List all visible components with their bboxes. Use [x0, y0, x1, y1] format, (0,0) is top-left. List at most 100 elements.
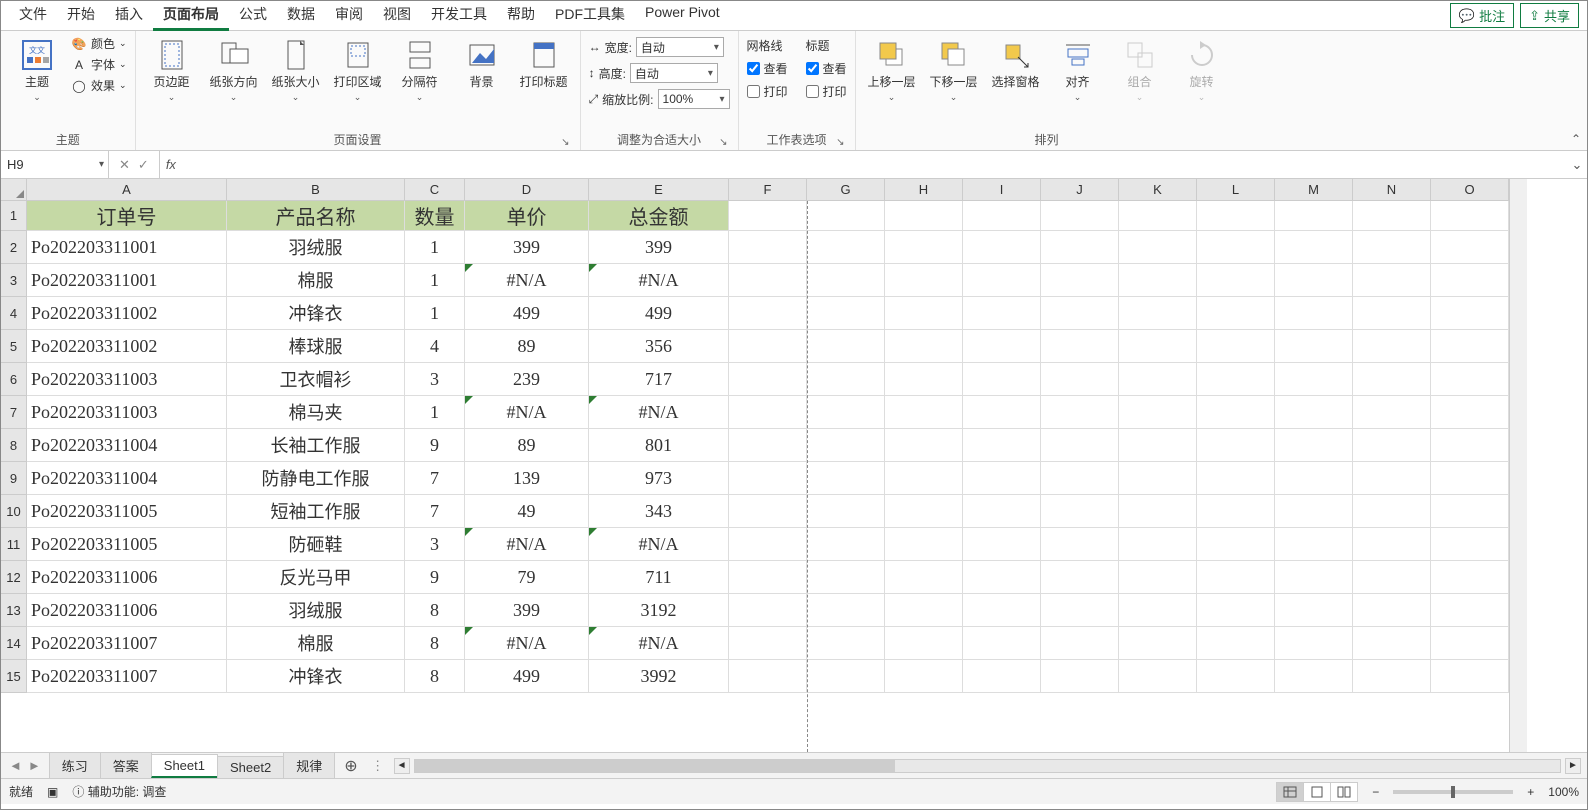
menu-tab-文件[interactable]: 文件	[9, 0, 57, 31]
cell-D10[interactable]: 49	[465, 495, 589, 528]
cell-K15[interactable]	[1119, 660, 1197, 693]
cell-E3[interactable]: #N/A	[589, 264, 729, 297]
cell-G3[interactable]	[807, 264, 885, 297]
cell-D5[interactable]: 89	[465, 330, 589, 363]
cell-I7[interactable]	[963, 396, 1041, 429]
cell-F3[interactable]	[729, 264, 807, 297]
cell-B10[interactable]: 短袖工作服	[227, 495, 405, 528]
cell-J10[interactable]	[1041, 495, 1119, 528]
zoom-level[interactable]: 100%	[1548, 785, 1579, 799]
cell-C2[interactable]: 1	[405, 231, 465, 264]
cell-O8[interactable]	[1431, 429, 1509, 462]
zoom-out-button[interactable]: −	[1372, 785, 1379, 799]
cell-J13[interactable]	[1041, 594, 1119, 627]
cell-I8[interactable]	[963, 429, 1041, 462]
row-header-15[interactable]: 15	[1, 660, 27, 693]
cell-F13[interactable]	[729, 594, 807, 627]
cell-N8[interactable]	[1353, 429, 1431, 462]
cell-K8[interactable]	[1119, 429, 1197, 462]
cell-H10[interactable]	[885, 495, 963, 528]
width-select[interactable]: 自动	[636, 37, 724, 57]
cell-L8[interactable]	[1197, 429, 1275, 462]
cell-O2[interactable]	[1431, 231, 1509, 264]
headings-print-checkbox[interactable]: 打印	[806, 83, 847, 100]
menu-tab-视图[interactable]: 视图	[373, 0, 421, 31]
menu-tab-公式[interactable]: 公式	[229, 0, 277, 31]
cell-B14[interactable]: 棉服	[227, 627, 405, 660]
cell-F14[interactable]	[729, 627, 807, 660]
page-layout-view-button[interactable]	[1303, 782, 1331, 802]
cell-H2[interactable]	[885, 231, 963, 264]
cell-D13[interactable]: 399	[465, 594, 589, 627]
cell-N6[interactable]	[1353, 363, 1431, 396]
cell-M10[interactable]	[1275, 495, 1353, 528]
cell-M1[interactable]	[1275, 201, 1353, 231]
cell-J7[interactable]	[1041, 396, 1119, 429]
colors-button[interactable]: 🎨颜色⌄	[71, 35, 127, 52]
cell-B12[interactable]: 反光马甲	[227, 561, 405, 594]
cell-N10[interactable]	[1353, 495, 1431, 528]
sheet-tab-scroll[interactable]: ⋮	[368, 758, 388, 774]
cell-K3[interactable]	[1119, 264, 1197, 297]
cell-G15[interactable]	[807, 660, 885, 693]
cell-G10[interactable]	[807, 495, 885, 528]
cell-E10[interactable]: 343	[589, 495, 729, 528]
cell-G13[interactable]	[807, 594, 885, 627]
cell-A14[interactable]: Po202203311007	[27, 627, 227, 660]
scale-input[interactable]: 100%	[658, 89, 730, 109]
cell-I2[interactable]	[963, 231, 1041, 264]
column-header-J[interactable]: J	[1041, 179, 1119, 201]
column-header-N[interactable]: N	[1353, 179, 1431, 201]
cell-D3[interactable]: #N/A	[465, 264, 589, 297]
cell-H5[interactable]	[885, 330, 963, 363]
cell-G4[interactable]	[807, 297, 885, 330]
cell-E9[interactable]: 973	[589, 462, 729, 495]
cell-M6[interactable]	[1275, 363, 1353, 396]
cell-O4[interactable]	[1431, 297, 1509, 330]
cell-E15[interactable]: 3992	[589, 660, 729, 693]
cell-L13[interactable]	[1197, 594, 1275, 627]
cell-O5[interactable]	[1431, 330, 1509, 363]
column-header-K[interactable]: K	[1119, 179, 1197, 201]
cell-A1[interactable]: 订单号	[27, 201, 227, 231]
cell-L14[interactable]	[1197, 627, 1275, 660]
scroll-right-button[interactable]: ►	[1565, 758, 1581, 774]
cell-O7[interactable]	[1431, 396, 1509, 429]
cell-L10[interactable]	[1197, 495, 1275, 528]
cell-I12[interactable]	[963, 561, 1041, 594]
menu-tab-页面布局[interactable]: 页面布局	[153, 0, 229, 31]
cell-H1[interactable]	[885, 201, 963, 231]
cell-E7[interactable]: #N/A	[589, 396, 729, 429]
cell-E5[interactable]: 356	[589, 330, 729, 363]
cell-M14[interactable]	[1275, 627, 1353, 660]
cell-N12[interactable]	[1353, 561, 1431, 594]
horizontal-scrollbar[interactable]: ◄ ►	[388, 758, 1587, 774]
cell-L3[interactable]	[1197, 264, 1275, 297]
cell-B5[interactable]: 棒球服	[227, 330, 405, 363]
cell-M15[interactable]	[1275, 660, 1353, 693]
cell-J2[interactable]	[1041, 231, 1119, 264]
cell-L9[interactable]	[1197, 462, 1275, 495]
ribbon-collapse-button[interactable]: ⌃	[1571, 132, 1581, 146]
cell-N4[interactable]	[1353, 297, 1431, 330]
cell-I5[interactable]	[963, 330, 1041, 363]
cell-B6[interactable]: 卫衣帽衫	[227, 363, 405, 396]
cell-J9[interactable]	[1041, 462, 1119, 495]
cell-O15[interactable]	[1431, 660, 1509, 693]
cell-D1[interactable]: 单价	[465, 201, 589, 231]
row-header-13[interactable]: 13	[1, 594, 27, 627]
cell-N5[interactable]	[1353, 330, 1431, 363]
cell-B13[interactable]: 羽绒服	[227, 594, 405, 627]
cell-E6[interactable]: 717	[589, 363, 729, 396]
cell-C5[interactable]: 4	[405, 330, 465, 363]
cell-O6[interactable]	[1431, 363, 1509, 396]
menu-tab-数据[interactable]: 数据	[277, 0, 325, 31]
cell-A13[interactable]: Po202203311006	[27, 594, 227, 627]
cell-H6[interactable]	[885, 363, 963, 396]
fonts-button[interactable]: A字体⌄	[71, 56, 127, 73]
cell-H7[interactable]	[885, 396, 963, 429]
dialog-launcher-icon[interactable]: ↘	[719, 137, 727, 148]
column-header-A[interactable]: A	[27, 179, 227, 201]
cell-G5[interactable]	[807, 330, 885, 363]
cell-L4[interactable]	[1197, 297, 1275, 330]
